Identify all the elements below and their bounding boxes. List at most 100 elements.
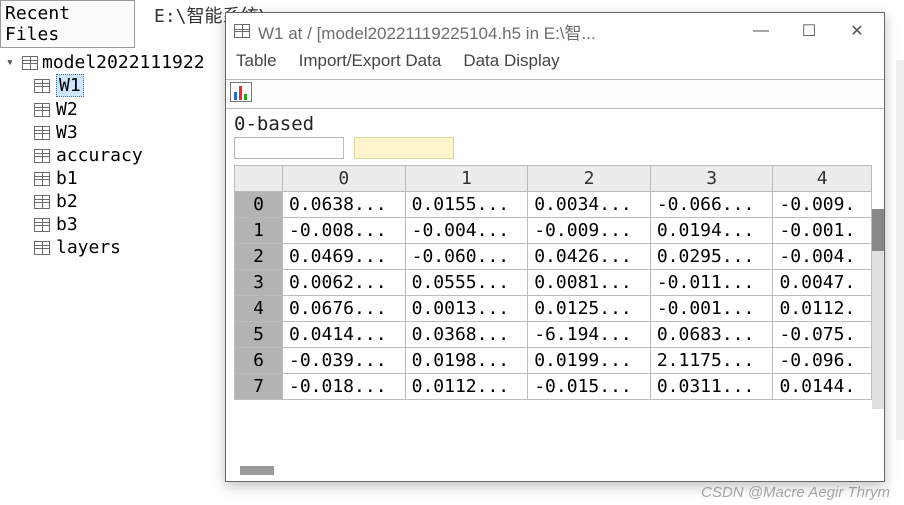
tree-root-label: model2022111922	[42, 52, 205, 73]
chart-icon[interactable]	[230, 82, 252, 102]
tree-item-layers[interactable]: layers	[34, 236, 220, 259]
row-header[interactable]: 0	[235, 192, 283, 218]
filter-highlight[interactable]	[354, 137, 454, 159]
tree-item-label: W2	[56, 99, 78, 120]
tree-item-label: layers	[56, 237, 121, 258]
cell[interactable]: -0.009...	[528, 218, 651, 244]
maximize-button[interactable]: ☐	[800, 22, 818, 40]
cell[interactable]: -0.004...	[405, 218, 528, 244]
row-header[interactable]: 5	[235, 322, 283, 348]
row-header[interactable]: 2	[235, 244, 283, 270]
dataset-icon	[34, 126, 50, 140]
cell[interactable]: 0.0062...	[283, 270, 406, 296]
cell[interactable]: 0.0368...	[405, 322, 528, 348]
cell[interactable]: 0.0311...	[650, 374, 773, 400]
dataset-icon	[34, 79, 50, 93]
menu-table[interactable]: Table	[236, 51, 277, 71]
cell[interactable]: -0.001.	[773, 218, 872, 244]
cell[interactable]: -0.001...	[650, 296, 773, 322]
table-row: 6-0.039...0.0198...0.0199...2.1175...-0.…	[235, 348, 872, 374]
cell[interactable]: 2.1175...	[650, 348, 773, 374]
cell[interactable]: 0.0198...	[405, 348, 528, 374]
window-title: W1 at / [model20221119225104.h5 in E:\智.…	[258, 19, 596, 44]
cell[interactable]: 0.0155...	[405, 192, 528, 218]
cell[interactable]: 0.0683...	[650, 322, 773, 348]
col-header[interactable]: 2	[528, 166, 651, 192]
row-header[interactable]: 1	[235, 218, 283, 244]
cell[interactable]: -0.075.	[773, 322, 872, 348]
tree-item-label: b3	[56, 214, 78, 235]
table-row: 20.0469...-0.060...0.0426...0.0295...-0.…	[235, 244, 872, 270]
index-basis-label: 0-based	[226, 109, 884, 137]
cell[interactable]: -0.009.	[773, 192, 872, 218]
tree-root[interactable]: ▾ model2022111922	[6, 52, 220, 73]
cell[interactable]: 0.0081...	[528, 270, 651, 296]
tree-item-W3[interactable]: W3	[34, 121, 220, 144]
cell[interactable]: -0.011...	[650, 270, 773, 296]
cell[interactable]: 0.0295...	[650, 244, 773, 270]
vertical-scrollbar[interactable]	[872, 209, 884, 409]
row-header[interactable]: 4	[235, 296, 283, 322]
cell[interactable]: 0.0555...	[405, 270, 528, 296]
cell[interactable]: -0.039...	[283, 348, 406, 374]
data-table: 01234 00.0638...0.0155...0.0034...-0.066…	[234, 165, 872, 400]
cell[interactable]: 0.0112...	[405, 374, 528, 400]
tree-item-accuracy[interactable]: accuracy	[34, 144, 220, 167]
tree-item-W1[interactable]: W1	[34, 73, 220, 98]
menu-data-display[interactable]: Data Display	[463, 51, 559, 71]
col-header[interactable]: 1	[405, 166, 528, 192]
cell[interactable]: -0.066...	[650, 192, 773, 218]
minimize-button[interactable]: —	[752, 22, 770, 40]
cell[interactable]: -0.004.	[773, 244, 872, 270]
tree-item-label: W1	[56, 74, 84, 97]
cell[interactable]: -0.015...	[528, 374, 651, 400]
cell[interactable]: 0.0047.	[773, 270, 872, 296]
dataset-icon	[34, 195, 50, 209]
cell[interactable]: -0.060...	[405, 244, 528, 270]
row-header[interactable]: 3	[235, 270, 283, 296]
filter-row	[226, 137, 884, 165]
row-header[interactable]: 6	[235, 348, 283, 374]
cell[interactable]: 0.0013...	[405, 296, 528, 322]
cell[interactable]: 0.0125...	[528, 296, 651, 322]
table-row: 00.0638...0.0155...0.0034...-0.066...-0.…	[235, 192, 872, 218]
filter-input[interactable]	[234, 137, 344, 159]
cell[interactable]: 0.0676...	[283, 296, 406, 322]
cell[interactable]: 0.0199...	[528, 348, 651, 374]
cell[interactable]: 0.0194...	[650, 218, 773, 244]
titlebar: W1 at / [model20221119225104.h5 in E:\智.…	[226, 13, 884, 49]
tree-item-b1[interactable]: b1	[34, 167, 220, 190]
col-header[interactable]: 4	[773, 166, 872, 192]
tree-panel: Recent Files ▾ model2022111922 W1W2W3acc…	[0, 0, 220, 259]
close-button[interactable]: ✕	[848, 22, 866, 40]
cell[interactable]: 0.0638...	[283, 192, 406, 218]
cell[interactable]: 0.0034...	[528, 192, 651, 218]
cell[interactable]: 0.0469...	[283, 244, 406, 270]
tree-item-label: accuracy	[56, 145, 143, 166]
table-row: 7-0.018...0.0112...-0.015...0.0311...0.0…	[235, 374, 872, 400]
row-header[interactable]: 7	[235, 374, 283, 400]
table-row: 30.0062...0.0555...0.0081...-0.011...0.0…	[235, 270, 872, 296]
cell[interactable]: -0.096.	[773, 348, 872, 374]
cell[interactable]: -0.008...	[283, 218, 406, 244]
dataset-icon	[34, 103, 50, 117]
background-scrollbar	[896, 60, 904, 440]
cell[interactable]: 0.0426...	[528, 244, 651, 270]
dataset-icon	[34, 149, 50, 163]
table-corner	[235, 166, 283, 192]
table-row: 1-0.008...-0.004...-0.009...0.0194...-0.…	[235, 218, 872, 244]
cell[interactable]: -6.194...	[528, 322, 651, 348]
menu-import-export[interactable]: Import/Export Data	[299, 51, 442, 71]
col-header[interactable]: 0	[283, 166, 406, 192]
cell[interactable]: 0.0144.	[773, 374, 872, 400]
tree-item-label: b1	[56, 168, 78, 189]
tree-item-b3[interactable]: b3	[34, 213, 220, 236]
tree-item-label: b2	[56, 191, 78, 212]
tree-item-W2[interactable]: W2	[34, 98, 220, 121]
col-header[interactable]: 3	[650, 166, 773, 192]
cell[interactable]: 0.0112.	[773, 296, 872, 322]
tree-item-b2[interactable]: b2	[34, 190, 220, 213]
horizontal-scroll-stub[interactable]	[240, 466, 274, 475]
cell[interactable]: 0.0414...	[283, 322, 406, 348]
cell[interactable]: -0.018...	[283, 374, 406, 400]
